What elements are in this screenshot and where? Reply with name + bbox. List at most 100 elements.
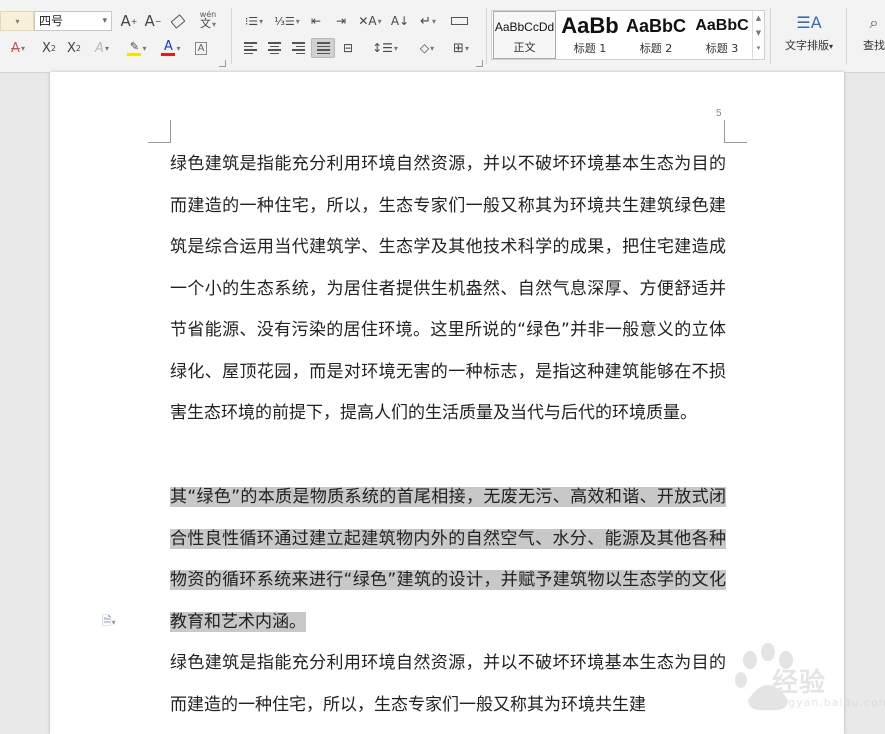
- style-name: 正文: [513, 41, 536, 54]
- align-left-icon: [243, 42, 257, 54]
- subscript-button[interactable]: X2: [63, 38, 85, 58]
- numbering-button[interactable]: ⅓☰ ▾: [273, 11, 301, 31]
- more-styles-icon[interactable]: ▾: [753, 41, 764, 56]
- separator: [770, 8, 771, 64]
- find-button[interactable]: ⌕ 查找: [854, 12, 885, 53]
- find-label: 查找: [863, 39, 885, 52]
- text-layout-label: 文字排版: [784, 39, 829, 52]
- selected-text: 其“绿色”的本质是物质系统的首尾相接，无废无污、高效和谐、开放式闭合性良性循环通…: [170, 487, 726, 632]
- text-effect-button[interactable]: A ▾: [89, 38, 115, 58]
- paragraph-layout-icon[interactable]: 🗎▾: [102, 612, 116, 633]
- style-name: 标题 2: [639, 42, 673, 55]
- style-name: 标题 3: [705, 42, 739, 55]
- separator: [846, 8, 847, 64]
- line-spacing-icon: ↕☰: [372, 41, 393, 55]
- separator: [486, 8, 487, 64]
- align-center-icon: [267, 42, 281, 54]
- paragraph-text: 绿色建筑是指能充分利用环境自然资源，并以不破坏环境基本生态为目的而建造的一种住宅…: [170, 653, 726, 715]
- phonetic-guide-button[interactable]: wén 文▾: [194, 9, 222, 29]
- style-heading-3[interactable]: AaBbC 标题 3: [690, 11, 754, 59]
- justify-button[interactable]: [311, 38, 335, 58]
- highlight-color-button[interactable]: ✎ ▾: [123, 38, 151, 58]
- outdent-icon: ⇤: [310, 14, 322, 28]
- crop-mark: [148, 120, 171, 143]
- style-normal[interactable]: AaBbCcDd 正文: [493, 11, 556, 59]
- phonetic-glyph-icon: 文▾: [199, 16, 216, 30]
- numbered-list-icon: ⅓☰: [274, 14, 295, 28]
- paragraph-dialog-launcher[interactable]: [476, 60, 483, 67]
- align-left-button[interactable]: [240, 38, 260, 58]
- text-layout-button[interactable]: ☰A 文字排版▾: [778, 12, 840, 53]
- style-name: 标题 1: [573, 42, 607, 55]
- bullets-button[interactable]: ⁝☰ ▾: [240, 11, 268, 31]
- font-dialog-launcher[interactable]: [219, 60, 226, 67]
- justify-icon: [316, 42, 330, 54]
- chevron-down-icon[interactable]: ▼: [753, 26, 764, 41]
- watermark-text: 经验: [772, 668, 827, 698]
- style-sample: AaBb: [561, 13, 619, 38]
- ruler-icon: [450, 17, 468, 25]
- style-sample: AaBbC: [695, 17, 749, 34]
- decrease-indent-button[interactable]: ⇤: [306, 11, 326, 31]
- distributed-align-button[interactable]: ⊟: [338, 38, 358, 58]
- font-size-value: 四号: [39, 14, 64, 28]
- sort-icon: A↓: [390, 14, 410, 28]
- borders-button[interactable]: ⊞ ▾: [447, 38, 475, 58]
- page-number: 5: [716, 108, 722, 119]
- paragraph-text: 绿色建筑是指能充分利用环境自然资源，并以不破坏环境基本生态为目的而建造的一种住宅…: [170, 154, 726, 423]
- strikethrough-button[interactable]: A ▾: [4, 38, 32, 58]
- line-spacing-button[interactable]: ↕☰ ▾: [370, 38, 400, 58]
- chevron-down-icon: ▾: [15, 16, 20, 26]
- character-border-button[interactable]: A: [192, 38, 210, 58]
- align-right-icon: [291, 42, 305, 54]
- separator: [231, 8, 232, 64]
- strike-a-icon: A: [11, 40, 20, 56]
- indent-icon: ⇥: [335, 14, 347, 28]
- chinese-layout-icon: ✕A: [358, 14, 377, 28]
- sort-button[interactable]: A↓: [390, 11, 410, 31]
- font-size-combo[interactable]: 四号 ▾: [34, 11, 112, 31]
- align-right-button[interactable]: [288, 38, 308, 58]
- crop-mark: [724, 120, 747, 143]
- eraser-icon: [170, 13, 186, 29]
- paragraph-2-selected[interactable]: 其“绿色”的本质是物质系统的首尾相接，无废无污、高效和谐、开放式闭合性良性循环通…: [170, 477, 726, 643]
- ribbon-toolbar: ▾ 四号 ▾ A + A − wén 文▾ A ▾ X2 X2 A ▾ ✎ ▾ A ▾ …: [0, 0, 885, 73]
- grow-font-button[interactable]: A +: [119, 11, 139, 31]
- paint-bucket-icon: ◇: [419, 41, 430, 55]
- shading-button[interactable]: ◇ ▾: [412, 38, 442, 58]
- chevron-up-icon[interactable]: ▲: [753, 11, 764, 26]
- style-heading-1[interactable]: AaBb 标题 1: [558, 11, 622, 59]
- increase-indent-button[interactable]: ⇥: [331, 11, 351, 31]
- chevron-down-icon: ▾: [828, 42, 833, 51]
- paragraph-3[interactable]: 绿色建筑是指能充分利用环境自然资源，并以不破坏环境基本生态为目的而建造的一种住宅…: [170, 643, 726, 734]
- style-sample: AaBbC: [625, 16, 686, 36]
- highlighter-icon: ✎: [127, 40, 142, 56]
- text-layout-icon: ☰A: [796, 13, 822, 32]
- font-name-dropdown-caret[interactable]: ▾: [0, 11, 34, 31]
- font-color-button[interactable]: A ▾: [157, 38, 185, 58]
- font-color-icon: A: [161, 40, 176, 56]
- bullet-list-icon: ⁝☰: [244, 14, 259, 28]
- style-heading-2[interactable]: AaBbC 标题 2: [624, 11, 688, 59]
- distributed-icon: ⊟: [342, 41, 354, 55]
- style-sample: AaBbCcDd: [494, 20, 555, 34]
- borders-icon: ⊞: [453, 40, 464, 56]
- superscript-button[interactable]: X2: [38, 38, 60, 58]
- table-tools-button[interactable]: [447, 11, 471, 31]
- styles-scrollbar[interactable]: ▲ ▼ ▾: [752, 11, 764, 59]
- shrink-font-button[interactable]: A −: [143, 11, 163, 31]
- styles-gallery: AaBbCcDd 正文 AaBb 标题 1 AaBbC 标题 2 AaBbC 标…: [491, 10, 765, 60]
- watermark: 经验 jingyan.baidu.com: [728, 640, 885, 718]
- search-icon: ⌕: [869, 13, 879, 32]
- text-effect-icon: A: [95, 40, 104, 56]
- paragraph-1[interactable]: 绿色建筑是指能充分利用环境自然资源，并以不破坏环境基本生态为目的而建造的一种住宅…: [170, 144, 726, 435]
- watermark-subtext: jingyan.baidu.com: [772, 696, 885, 709]
- clear-format-button[interactable]: [168, 11, 188, 31]
- align-center-button[interactable]: [264, 38, 284, 58]
- show-hide-marks-button[interactable]: ↵ ▾: [414, 11, 442, 31]
- document-page[interactable]: 5 绿色建筑是指能充分利用环境自然资源，并以不破坏环境基本生态为目的而建造的一种…: [50, 72, 844, 734]
- char-border-icon: A: [194, 41, 208, 55]
- chinese-layout-button[interactable]: ✕A ▾: [356, 11, 384, 31]
- paragraph-mark-icon: ↵: [420, 13, 431, 29]
- chevron-down-icon: ▾: [102, 16, 107, 26]
